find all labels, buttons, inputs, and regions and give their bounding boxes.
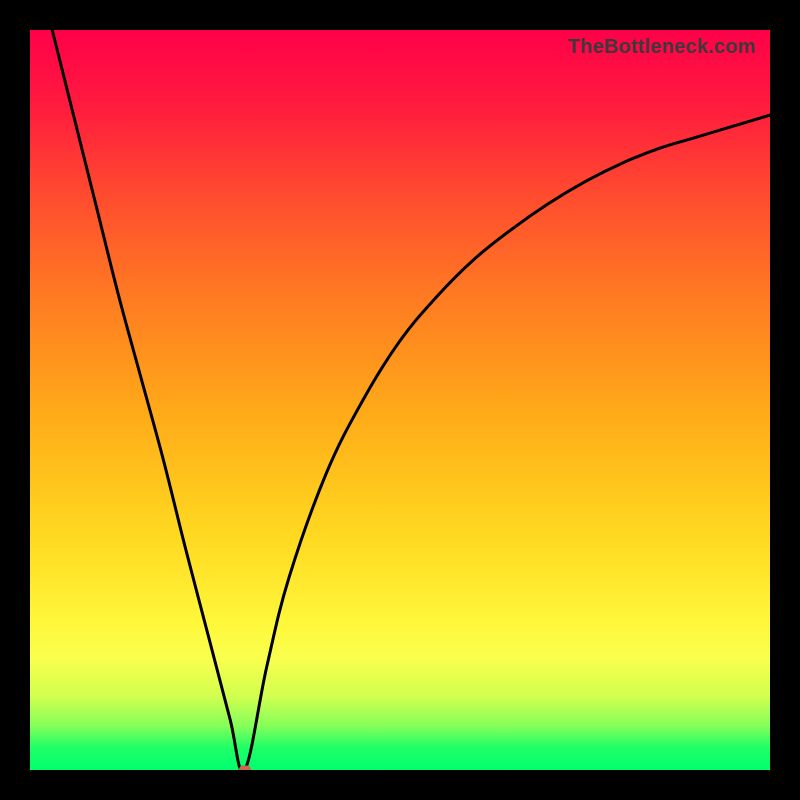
curve-path (52, 30, 770, 770)
chart-frame: TheBottleneck.com (0, 0, 800, 800)
curve-layer (30, 30, 770, 770)
plot-area: TheBottleneck.com (30, 30, 770, 770)
attribution-text: TheBottleneck.com (568, 36, 756, 59)
marker-dot (239, 766, 251, 771)
